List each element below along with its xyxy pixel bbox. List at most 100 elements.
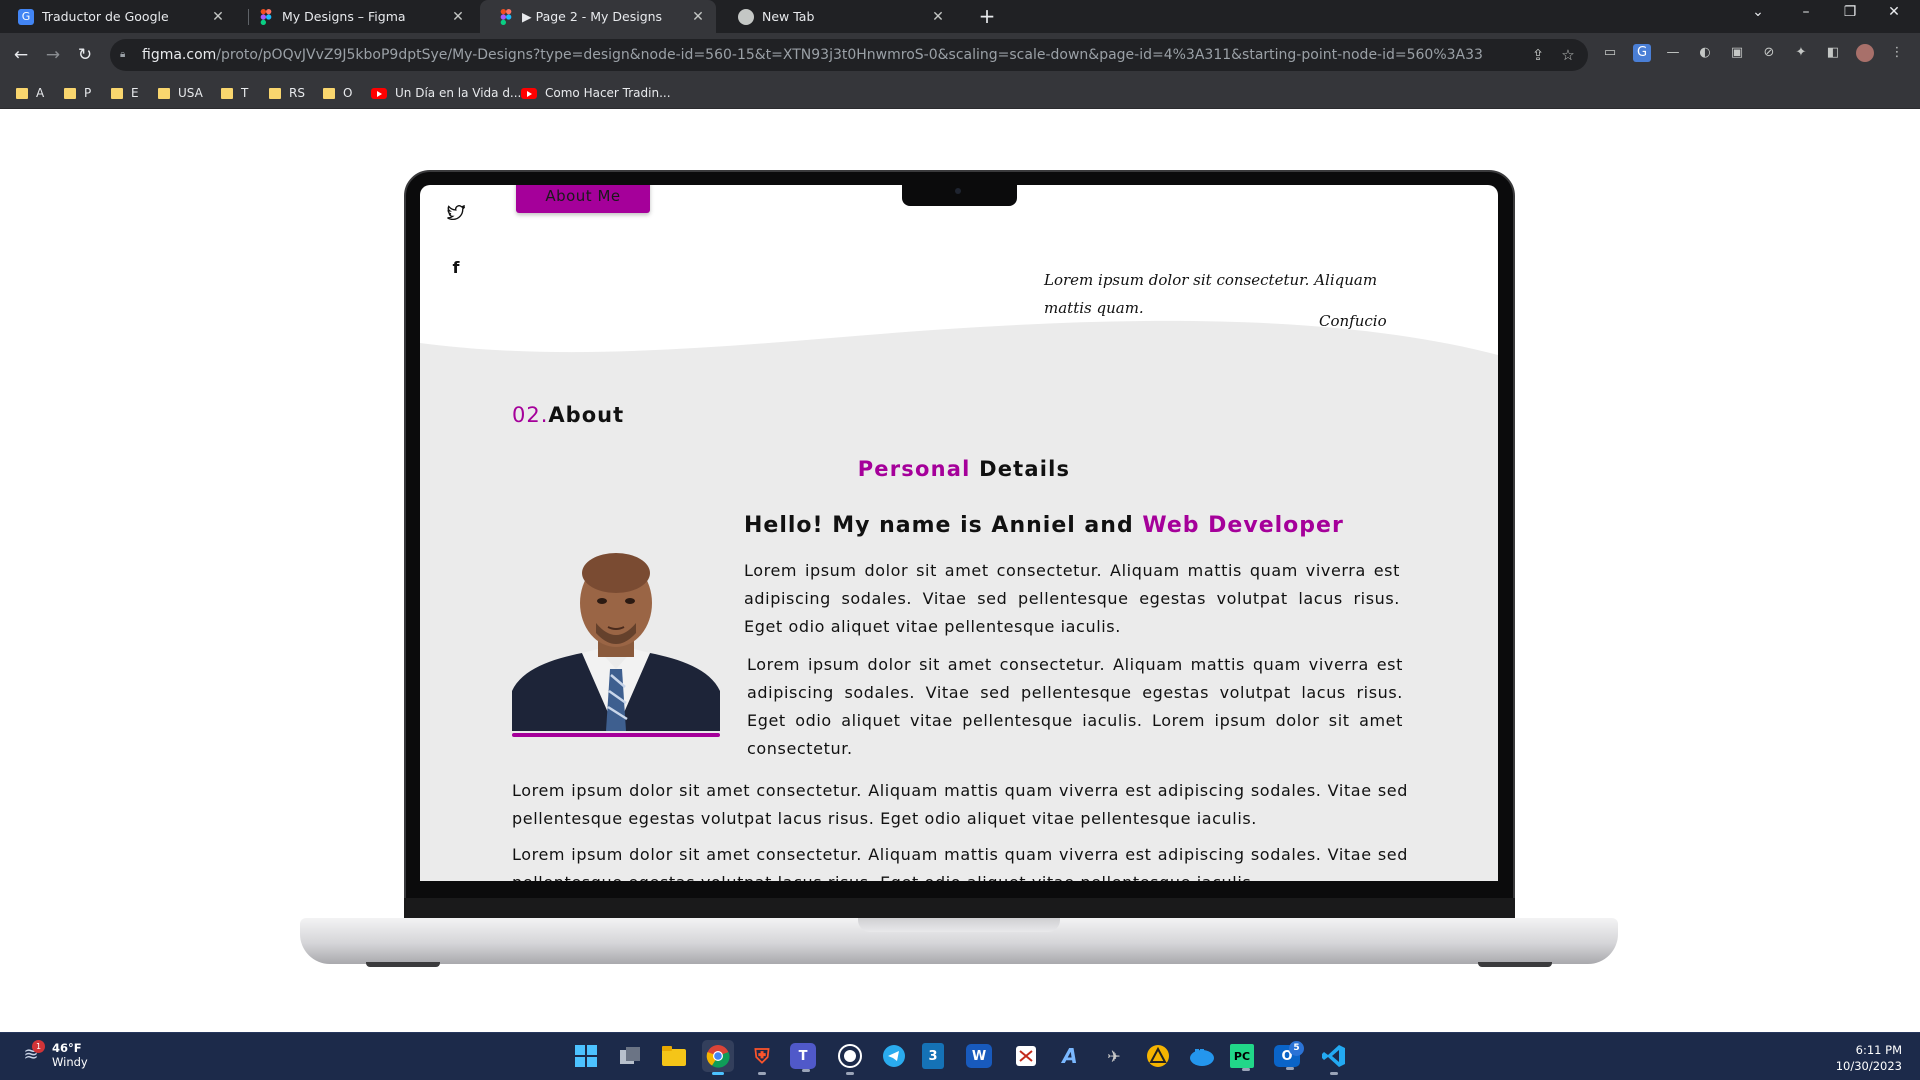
bookmark-folder-a[interactable]: A bbox=[16, 84, 44, 102]
strikethrough-extension-icon[interactable]: — bbox=[1664, 44, 1682, 62]
chrome-icon bbox=[738, 8, 754, 25]
close-icon[interactable]: ✕ bbox=[210, 9, 226, 25]
section-number: 02. bbox=[512, 403, 549, 427]
running-indicator bbox=[846, 1072, 854, 1075]
close-icon[interactable]: ✕ bbox=[450, 9, 466, 25]
system-clock[interactable]: 6:11 PM 10/30/2023 bbox=[1836, 1042, 1902, 1074]
folder-icon bbox=[111, 87, 123, 99]
intro-paragraph-1: Lorem ipsum dolor sit amet consectetur. … bbox=[744, 561, 1400, 636]
side-panel-icon[interactable]: ◧ bbox=[1824, 44, 1842, 62]
about-me-button[interactable]: About Me bbox=[516, 185, 650, 213]
file-explorer-icon[interactable] bbox=[658, 1040, 690, 1072]
reload-button[interactable]: ↻ bbox=[73, 43, 97, 67]
bookmark-folder-p[interactable]: P bbox=[64, 84, 91, 102]
docker-icon[interactable] bbox=[1186, 1040, 1218, 1072]
running-indicator bbox=[1330, 1072, 1338, 1075]
outlook-badge: 5 bbox=[1289, 1041, 1304, 1056]
laptop-chin bbox=[404, 898, 1515, 920]
notification-badge: 1 bbox=[32, 1040, 45, 1053]
running-indicator bbox=[758, 1072, 766, 1075]
new-tab-button[interactable]: + bbox=[976, 5, 998, 27]
facebook-icon[interactable]: f bbox=[446, 258, 466, 278]
blocked-extension-icon[interactable]: ⊘ bbox=[1760, 44, 1778, 62]
word-icon[interactable]: W bbox=[966, 1044, 992, 1068]
share-icon[interactable]: ⇪ bbox=[1528, 46, 1548, 64]
personal-details-heading: Personal Details bbox=[857, 457, 1071, 481]
window-extension-icon[interactable]: ▣ bbox=[1728, 44, 1746, 62]
weather-temperature: 46°F bbox=[52, 1041, 82, 1055]
translate-extension-icon[interactable]: G bbox=[1633, 44, 1651, 62]
tab-title: My Designs – Figma bbox=[282, 9, 406, 24]
cast-extension-icon[interactable]: ▭ bbox=[1601, 44, 1619, 62]
laptop-trackpad-lip bbox=[858, 918, 1060, 932]
url-text: figma.com/proto/pOQvJVvZ9J5kboP9dptSye/M… bbox=[142, 47, 1482, 63]
quote-author: Confucio bbox=[1319, 312, 1387, 330]
tab-new-tab[interactable]: New Tab ✕ bbox=[720, 0, 956, 33]
forward-button[interactable]: → bbox=[41, 43, 65, 67]
brave-icon[interactable]: ⛨ bbox=[746, 1040, 778, 1075]
bookmark-folder-usa[interactable]: USA bbox=[158, 84, 203, 102]
tab-figma-my-designs[interactable]: My Designs – Figma ✕ bbox=[240, 0, 476, 33]
figma-icon bbox=[258, 8, 274, 25]
browser-toolbar: ← → ↻ 🔒︎ figma.com/proto/pOQvJVvZ9J5kboP… bbox=[0, 33, 1920, 77]
weather-description: Windy bbox=[52, 1055, 88, 1069]
bookmarks-bar: A P E USA T RS O Un Día en la Vida d... … bbox=[0, 77, 1920, 109]
bookmark-youtube-un-dia[interactable]: Un Día en la Vida d... bbox=[371, 84, 521, 102]
outlook-icon[interactable]: O5 bbox=[1274, 1041, 1304, 1070]
vscode-icon[interactable] bbox=[1318, 1040, 1350, 1075]
laptop-camera-notch bbox=[902, 182, 1017, 206]
bookmark-folder-rs[interactable]: RS bbox=[269, 84, 305, 102]
weather-widget[interactable]: ≋ 1 46°F Windy bbox=[18, 1040, 88, 1069]
folder-icon bbox=[16, 87, 28, 99]
tab-google-translate[interactable]: G Traductor de Google ✕ bbox=[0, 0, 236, 33]
tab-search-chevron-icon[interactable]: ⌄ bbox=[1738, 4, 1778, 20]
address-bar[interactable]: 🔒︎ figma.com/proto/pOQvJVvZ9J5kboP9dptSy… bbox=[110, 39, 1588, 71]
bookmark-folder-e[interactable]: E bbox=[111, 84, 139, 102]
figma-icon bbox=[498, 8, 514, 25]
menu-kebab-icon[interactable]: ⋮ bbox=[1888, 44, 1906, 62]
twitter-icon[interactable] bbox=[446, 204, 466, 225]
telegram-icon[interactable] bbox=[878, 1040, 910, 1072]
clock-date: 10/30/2023 bbox=[1835, 1059, 1902, 1073]
tab-title: ▶ Page 2 - My Designs bbox=[522, 9, 663, 24]
section-name: About bbox=[548, 403, 625, 427]
warning-app-icon[interactable] bbox=[1142, 1040, 1174, 1072]
css3-icon[interactable]: 3 bbox=[922, 1043, 944, 1069]
bookmark-star-icon[interactable]: ☆ bbox=[1558, 46, 1578, 64]
restore-button[interactable]: ❐ bbox=[1830, 4, 1870, 20]
wind-icon: ≋ 1 bbox=[18, 1040, 45, 1068]
folder-icon bbox=[158, 87, 170, 99]
bookmark-folder-o[interactable]: O bbox=[323, 84, 352, 102]
start-icon[interactable] bbox=[570, 1040, 602, 1072]
back-button[interactable]: ← bbox=[9, 43, 33, 67]
active-indicator bbox=[712, 1072, 724, 1075]
teams-icon[interactable]: T bbox=[790, 1043, 816, 1072]
typing-app-icon[interactable]: A bbox=[1054, 1040, 1086, 1072]
prototype-screen: About Me f Lorem ipsum dolor sit consect… bbox=[420, 185, 1498, 881]
close-window-button[interactable]: ✕ bbox=[1874, 4, 1914, 20]
snipping-tool-icon[interactable] bbox=[1010, 1040, 1042, 1072]
chrome-icon[interactable] bbox=[702, 1040, 734, 1075]
hello-heading: Hello! My name is Anniel and Web Develop… bbox=[744, 513, 1344, 538]
running-indicator bbox=[1242, 1068, 1250, 1071]
minimize-button[interactable]: – bbox=[1786, 4, 1826, 20]
close-icon[interactable]: ✕ bbox=[930, 9, 946, 25]
intro-paragraph-2: Lorem ipsum dolor sit amet consectetur. … bbox=[747, 655, 1403, 758]
windows-taskbar: ≋ 1 46°F Windy ⛨ T 3 W A ✈ PC O5 6:11 PM … bbox=[0, 1032, 1920, 1080]
profile-avatar[interactable] bbox=[1856, 44, 1874, 62]
whatsapp-icon[interactable] bbox=[834, 1040, 866, 1075]
task-view-icon[interactable] bbox=[614, 1040, 646, 1072]
extensions-puzzle-icon[interactable]: ✦ bbox=[1792, 44, 1810, 62]
dark-mode-extension-icon[interactable]: ◐ bbox=[1696, 44, 1714, 62]
close-icon[interactable]: ✕ bbox=[690, 9, 706, 25]
folder-icon bbox=[323, 87, 335, 99]
bookmark-folder-t[interactable]: T bbox=[221, 84, 248, 102]
running-indicator bbox=[802, 1069, 810, 1072]
tab-page-2[interactable]: ▶ Page 2 - My Designs ✕ bbox=[480, 0, 716, 33]
bookmark-youtube-trading[interactable]: Como Hacer Tradin... bbox=[521, 84, 671, 102]
pycharm-icon[interactable]: PC bbox=[1230, 1044, 1254, 1071]
lock-icon: 🔒︎ bbox=[120, 49, 126, 60]
game-icon[interactable]: ✈ bbox=[1098, 1040, 1130, 1072]
laptop-foot bbox=[366, 962, 440, 967]
body-paragraph-4: Lorem ipsum dolor sit amet consectetur. … bbox=[512, 845, 1408, 881]
